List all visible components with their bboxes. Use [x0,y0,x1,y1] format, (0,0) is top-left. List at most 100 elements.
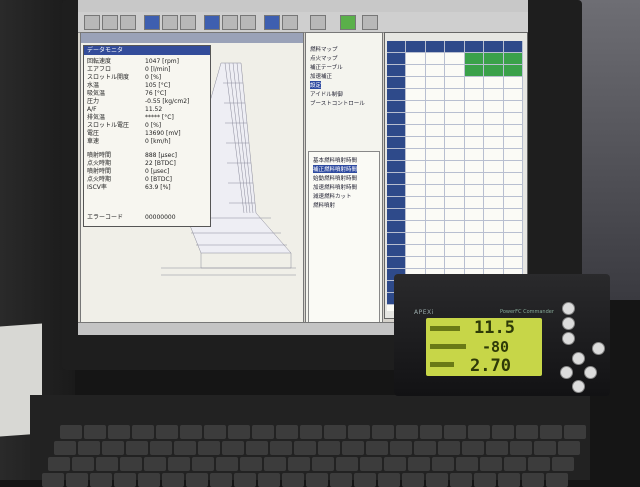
table-cell[interactable] [445,41,465,53]
table-cell[interactable] [425,89,446,101]
table-cell[interactable] [445,137,465,149]
table-cell[interactable] [406,173,426,185]
keyboard-key[interactable] [306,473,328,487]
keyboard-key[interactable] [402,473,424,487]
table-cell[interactable] [445,245,465,257]
keyboard-key[interactable] [126,441,148,455]
keyboard-key[interactable] [120,457,142,471]
keyboard-key[interactable] [156,425,178,439]
table-cell[interactable] [484,77,504,89]
sub-list-item[interactable]: 加速燃料噴射時間 [313,183,357,191]
table-cell[interactable] [406,137,426,149]
table-cell[interactable] [484,173,504,185]
keyboard-key[interactable] [378,473,400,487]
table-cell[interactable] [484,245,504,257]
keyboard-key[interactable] [114,473,136,487]
table-cell[interactable] [406,77,426,89]
keyboard-key[interactable] [102,441,124,455]
table-cell[interactable] [425,161,446,173]
keyboard-key[interactable] [498,473,520,487]
keyboard-key[interactable] [486,441,508,455]
keyboard-key[interactable] [420,425,442,439]
keyboard-key[interactable] [384,457,406,471]
device-button[interactable] [562,332,575,345]
table-cell[interactable] [387,257,407,269]
table-cell[interactable] [425,41,446,53]
table-cell[interactable] [484,101,504,113]
table-cell[interactable] [484,233,504,245]
sub-list-item[interactable]: 減速燃料カット [313,192,352,200]
table-cell[interactable] [464,137,485,149]
table-cell[interactable] [425,149,446,161]
table-cell[interactable] [484,53,504,65]
keyboard-key[interactable] [354,473,376,487]
toolbar-button[interactable] [162,15,178,30]
table-cell[interactable] [425,257,446,269]
table-cell[interactable] [503,245,523,257]
table-cell[interactable] [464,77,485,89]
device-dpad-down[interactable] [572,380,585,393]
keyboard-key[interactable] [132,425,154,439]
table-cell[interactable] [503,221,523,233]
table-cell[interactable] [406,161,426,173]
table-cell[interactable] [387,125,407,137]
table-cell[interactable] [503,113,523,125]
keyboard-key[interactable] [504,457,526,471]
keyboard-key[interactable] [150,441,172,455]
table-cell[interactable] [406,257,426,269]
table-cell[interactable] [445,221,465,233]
table-cell[interactable] [387,101,407,113]
table-cell[interactable] [484,197,504,209]
table-cell[interactable] [445,257,465,269]
keyboard-key[interactable] [558,441,580,455]
device-dpad-right[interactable] [584,366,597,379]
table-cell[interactable] [425,221,446,233]
keyboard-key[interactable] [234,473,256,487]
table-cell[interactable] [484,149,504,161]
keyboard-key[interactable] [324,425,346,439]
toolbar-button[interactable] [340,15,356,30]
keyboard-key[interactable] [474,473,496,487]
table-cell[interactable] [406,149,426,161]
table-cell[interactable] [406,53,426,65]
keyboard-key[interactable] [66,473,88,487]
keyboard-key[interactable] [342,441,364,455]
keyboard-key[interactable] [546,473,568,487]
table-cell[interactable] [484,41,504,53]
table-cell[interactable] [406,197,426,209]
table-cell[interactable] [464,149,485,161]
table-cell[interactable] [484,185,504,197]
data-monitor-window[interactable]: データモニタ 回転速度 1047 [rpm] エアフロ 0 [l/min] スロット… [83,45,211,227]
keyboard-key[interactable] [450,473,472,487]
tree-item[interactable]: 点火マップ [310,54,338,62]
device-button[interactable] [562,302,575,315]
table-cell[interactable] [503,125,523,137]
table-cell[interactable] [445,173,465,185]
toolbar-button[interactable] [180,15,196,30]
table-cell[interactable] [387,233,407,245]
tree-item[interactable]: 補正テーブル [310,63,343,71]
toolbar-button[interactable] [120,15,136,30]
table-cell[interactable] [445,149,465,161]
keyboard-key[interactable] [468,425,490,439]
keyboard-key[interactable] [522,473,544,487]
keyboard-key[interactable] [162,473,184,487]
table-cell[interactable] [464,245,485,257]
table-cell[interactable] [425,101,446,113]
table-cell[interactable] [503,101,523,113]
table-cell[interactable] [387,65,407,77]
keyboard-key[interactable] [270,441,292,455]
keyboard-key[interactable] [60,425,82,439]
keyboard-key[interactable] [312,457,334,471]
keyboard-key[interactable] [408,457,430,471]
table-cell[interactable] [503,149,523,161]
keyboard-key[interactable] [144,457,166,471]
table-cell[interactable] [503,89,523,101]
table-cell[interactable] [406,245,426,257]
table-cell[interactable] [464,221,485,233]
table-cell[interactable] [387,197,407,209]
keyboard-key[interactable] [360,457,382,471]
table-cell[interactable] [503,233,523,245]
keyboard-key[interactable] [210,473,232,487]
table-cell[interactable] [464,101,485,113]
